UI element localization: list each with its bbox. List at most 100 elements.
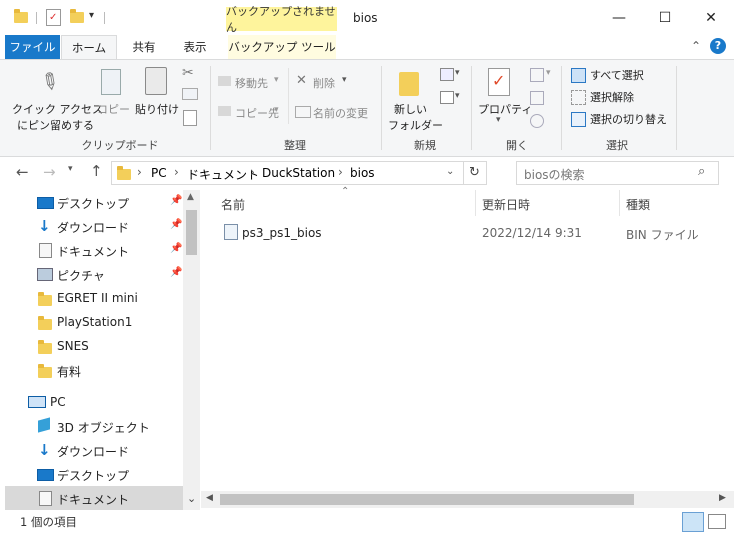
nav-item-label: ダウンロード bbox=[57, 445, 130, 459]
paste-icon bbox=[145, 67, 167, 95]
scroll-up-icon[interactable]: ▲ bbox=[187, 192, 194, 202]
history-icon[interactable] bbox=[530, 114, 544, 128]
pin-icon[interactable]: 📌 bbox=[170, 195, 182, 206]
pin-icon[interactable]: 📌 bbox=[170, 243, 182, 254]
copy-button[interactable]: コピー bbox=[97, 101, 130, 117]
help-icon[interactable]: ? bbox=[710, 38, 726, 54]
nav-item-label: 有料 bbox=[57, 365, 82, 379]
forward-arrow-icon[interactable]: → bbox=[43, 163, 56, 181]
address-history-chevron-icon[interactable]: ⌄ bbox=[446, 166, 454, 177]
chevron-down-icon: ▾ bbox=[496, 115, 501, 125]
up-arrow-icon[interactable]: ↑ bbox=[90, 162, 103, 180]
scroll-thumb[interactable] bbox=[220, 494, 634, 505]
invert-selection-button[interactable]: 選択の切り替え bbox=[590, 111, 667, 127]
tab-home[interactable]: ホーム bbox=[61, 35, 117, 60]
paste-shortcut-icon[interactable] bbox=[183, 110, 197, 126]
column-header-type[interactable]: 種類 bbox=[626, 196, 650, 213]
details-view-icon[interactable] bbox=[682, 512, 704, 532]
cut-icon[interactable]: ✂ bbox=[182, 65, 194, 81]
new-folder-icon bbox=[399, 72, 419, 96]
large-icons-view-icon[interactable] bbox=[708, 514, 726, 529]
tab-backup-tools[interactable]: バックアップ ツール bbox=[228, 35, 336, 59]
nav-item-label: EGRET II mini bbox=[57, 291, 138, 305]
nav-item-label: SNES bbox=[57, 339, 89, 353]
nav-item-paid[interactable]: 有料 bbox=[0, 358, 183, 382]
chevron-right-icon: › bbox=[338, 165, 343, 179]
pin-quick-access-label2[interactable]: にピン留めする bbox=[17, 117, 94, 133]
select-all-button[interactable]: すべて選択 bbox=[590, 67, 644, 83]
nav-item-pc-downloads[interactable]: ↓ ダウンロード bbox=[0, 438, 183, 462]
chevron-down-icon: ▾ bbox=[274, 105, 279, 115]
file-icon bbox=[224, 224, 238, 240]
move-to-button[interactable]: 移動先 bbox=[235, 75, 268, 91]
maximize-button[interactable]: ☐ bbox=[642, 0, 688, 35]
copy-path-icon[interactable] bbox=[182, 88, 198, 100]
nav-item-pc-desktop[interactable]: デスクトップ bbox=[0, 462, 183, 486]
edit-icon[interactable] bbox=[530, 91, 544, 105]
paste-button[interactable]: 貼り付け bbox=[135, 101, 179, 117]
search-box[interactable]: biosの検索 ⌕ bbox=[516, 161, 719, 185]
tab-file[interactable]: ファイル bbox=[5, 35, 60, 59]
pin-icon[interactable]: 📌 bbox=[170, 219, 182, 230]
open-icon[interactable] bbox=[530, 68, 544, 82]
column-header-modified[interactable]: 更新日時 bbox=[482, 196, 530, 213]
breadcrumb-documents[interactable]: ドキュメント bbox=[187, 166, 259, 183]
scroll-right-icon[interactable]: ▶ bbox=[719, 493, 726, 503]
breadcrumb-bios[interactable]: bios bbox=[350, 166, 375, 180]
properties-button[interactable]: プロパティ bbox=[478, 101, 532, 117]
back-arrow-icon[interactable]: ← bbox=[16, 163, 29, 181]
horizontal-scrollbar[interactable]: ◀ ▶ bbox=[201, 491, 734, 508]
nav-item-playstation1[interactable]: PlayStation1 bbox=[0, 310, 183, 334]
new-group-label: 新規 bbox=[414, 139, 436, 152]
scroll-thumb[interactable] bbox=[186, 210, 197, 255]
nav-item-snes[interactable]: SNES bbox=[0, 334, 183, 358]
pin-icon[interactable]: 📌 bbox=[170, 267, 182, 278]
column-divider[interactable] bbox=[475, 190, 476, 216]
copy-to-button[interactable]: コピー先 bbox=[235, 105, 279, 121]
easy-access-icon[interactable] bbox=[440, 91, 454, 104]
close-button[interactable]: ✕ bbox=[688, 0, 734, 35]
rename-button[interactable]: 名前の変更 bbox=[313, 105, 368, 121]
minimize-button[interactable]: — bbox=[596, 0, 642, 35]
folder-icon bbox=[38, 316, 52, 330]
tab-view[interactable]: 表示 bbox=[172, 35, 218, 59]
nav-item-pc[interactable]: PC bbox=[0, 390, 183, 414]
nav-item-downloads[interactable]: ↓ ダウンロード 📌 bbox=[0, 214, 183, 238]
new-folder-label2[interactable]: フォルダー bbox=[388, 117, 443, 133]
pin-quick-access-label1[interactable]: クイック アクセス bbox=[12, 101, 103, 117]
tab-share[interactable]: 共有 bbox=[121, 35, 167, 59]
delete-button[interactable]: 削除 bbox=[313, 75, 335, 91]
select-none-button[interactable]: 選択解除 bbox=[590, 89, 634, 105]
column-divider[interactable] bbox=[619, 190, 620, 216]
chevron-up-icon[interactable]: ⌃ bbox=[691, 39, 701, 53]
file-row[interactable]: ps3_ps1_bios 2022/12/14 9:31 BIN ファイル bbox=[201, 220, 734, 244]
search-icon[interactable]: ⌕ bbox=[698, 164, 705, 179]
nav-item-egret[interactable]: EGRET II mini bbox=[0, 286, 183, 310]
nav-item-label: 3D オブジェクト bbox=[57, 421, 150, 435]
nav-item-documents[interactable]: ドキュメント 📌 bbox=[0, 238, 183, 262]
file-name[interactable]: ps3_ps1_bios bbox=[242, 226, 322, 240]
new-folder-label1[interactable]: 新しい bbox=[394, 101, 427, 117]
nav-item-3d-objects[interactable]: 3D オブジェクト bbox=[0, 414, 183, 438]
refresh-icon[interactable]: ↻ bbox=[469, 165, 480, 180]
properties-qa-icon[interactable]: ✓ bbox=[46, 9, 61, 26]
title-bar: ✓ ▾ バックアップされません bios — ☐ ✕ bbox=[0, 0, 734, 35]
nav-scrollbar[interactable]: ▲ ⌄ bbox=[183, 190, 200, 510]
search-input[interactable]: biosの検索 bbox=[524, 166, 585, 183]
scroll-left-icon[interactable]: ◀ bbox=[206, 493, 213, 503]
chevron-down-icon: ▾ bbox=[546, 68, 551, 78]
chevron-down-icon[interactable]: ▾ bbox=[89, 10, 94, 21]
delete-icon: ✕ bbox=[296, 73, 307, 88]
new-item-icon[interactable] bbox=[440, 68, 454, 81]
breadcrumb-pc[interactable]: PC bbox=[151, 166, 167, 180]
address-bar[interactable]: › PC › ドキュメント › DuckStation › bios ⌄ ↻ bbox=[111, 161, 487, 185]
recent-chevron-down-icon[interactable]: ▾ bbox=[68, 164, 73, 174]
nav-item-pictures[interactable]: ピクチャ 📌 bbox=[0, 262, 183, 286]
nav-item-pc-documents[interactable]: ドキュメント bbox=[5, 486, 183, 510]
column-header-name[interactable]: 名前 bbox=[221, 196, 245, 213]
select-all-icon bbox=[571, 68, 586, 83]
breadcrumb-duckstation[interactable]: DuckStation bbox=[262, 166, 335, 180]
scroll-down-icon[interactable]: ⌄ bbox=[187, 492, 196, 505]
nav-item-desktop[interactable]: デスクトップ 📌 bbox=[0, 190, 183, 214]
item-count: 1 個の項目 bbox=[20, 515, 77, 529]
